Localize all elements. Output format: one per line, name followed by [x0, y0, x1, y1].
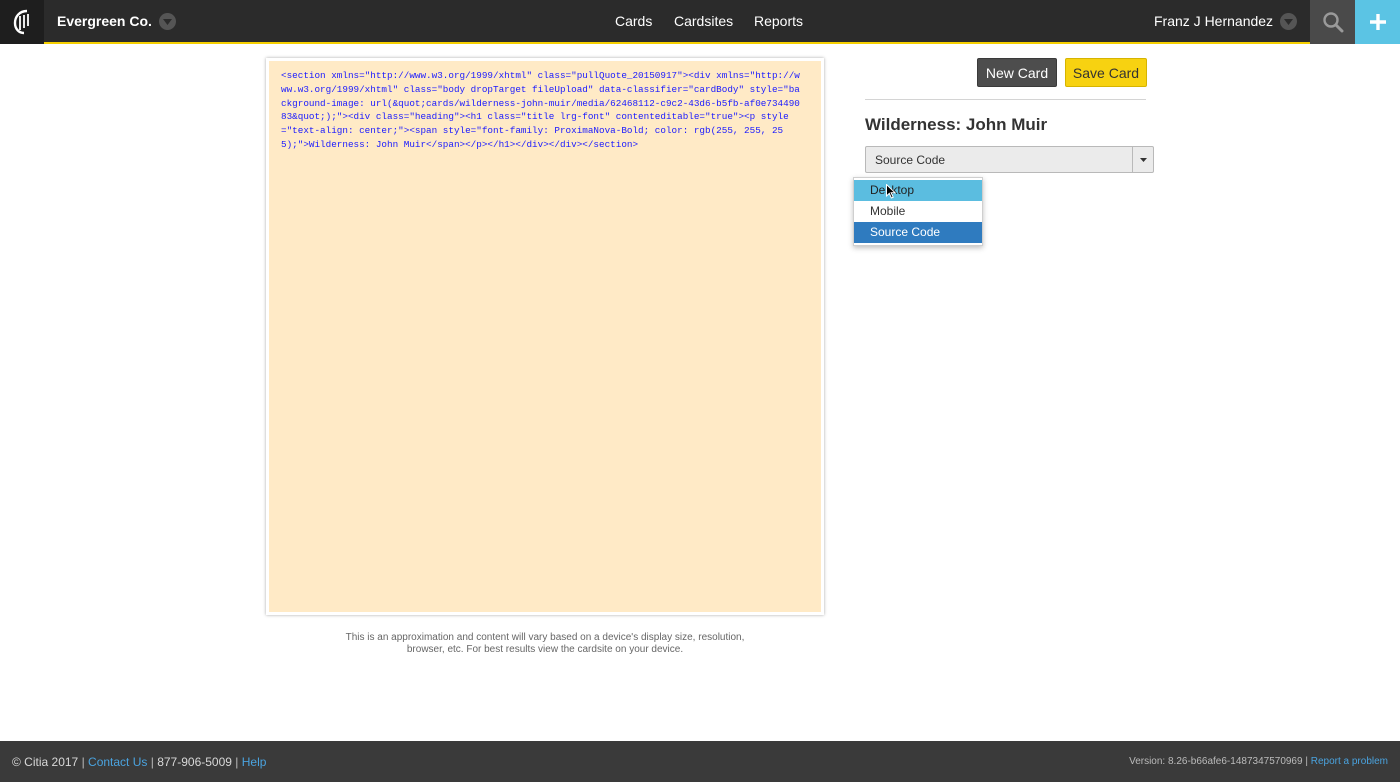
nav-cards[interactable]: Cards [615, 13, 652, 29]
disclaimer-line-2: browser, etc. For best results view the … [406, 644, 684, 655]
nav-cardsites[interactable]: Cardsites [674, 13, 733, 29]
source-code-text[interactable]: <section xmlns="http://www.w3.org/1999/x… [281, 69, 801, 152]
save-card-button[interactable]: Save Card [1065, 58, 1147, 87]
divider [865, 99, 1146, 100]
view-mode-select[interactable]: Source Code [865, 146, 1154, 173]
search-button[interactable] [1310, 0, 1355, 44]
separator: | [235, 755, 239, 769]
version-text: Version: 8.26-b66afe6-1487347570969 [1129, 756, 1303, 767]
citia-logo-icon[interactable] [0, 0, 44, 44]
add-button[interactable] [1355, 0, 1400, 44]
user-name[interactable]: Franz J Hernandez [1154, 13, 1273, 29]
disclaimer-line-1: This is an approximation and content wil… [345, 632, 745, 643]
card-title: Wilderness: John Muir [865, 115, 1048, 134]
top-nav-bar: Evergreen Co. Cards Cardsites Reports Fr… [0, 0, 1400, 44]
contact-us-link[interactable]: Contact Us [88, 755, 147, 769]
separator: | [150, 755, 154, 769]
option-source-code[interactable]: Source Code [854, 222, 982, 243]
org-name[interactable]: Evergreen Co. [57, 13, 152, 29]
view-mode-dropdown: Desktop Mobile Source Code [853, 177, 983, 246]
card-preview-editor[interactable]: <section xmlns="http://www.w3.org/1999/x… [266, 58, 824, 615]
separator: | [81, 755, 85, 769]
option-mobile[interactable]: Mobile [854, 201, 982, 222]
chevron-down-icon[interactable] [1280, 13, 1297, 30]
nav-reports[interactable]: Reports [754, 13, 803, 29]
footer-left: © Citia 2017 | Contact Us | 877-906-5009… [12, 755, 266, 769]
footer-right: Version: 8.26-b66afe6-1487347570969 | Re… [1129, 756, 1388, 767]
report-problem-link[interactable]: Report a problem [1311, 756, 1388, 767]
chevron-down-icon[interactable] [159, 13, 176, 30]
phone-number: 877-906-5009 [157, 755, 232, 769]
search-icon [1322, 12, 1343, 33]
footer: © Citia 2017 | Contact Us | 877-906-5009… [0, 741, 1400, 782]
preview-disclaimer: This is an approximation and content wil… [330, 632, 760, 656]
help-link[interactable]: Help [242, 755, 267, 769]
plus-icon [1369, 14, 1386, 30]
separator: | [1305, 756, 1308, 767]
mouse-pointer-icon [886, 184, 896, 199]
new-card-button[interactable]: New Card [977, 58, 1057, 87]
select-value: Source Code [875, 153, 946, 167]
copyright: © Citia 2017 [12, 755, 79, 769]
caret-down-icon[interactable] [1132, 147, 1153, 172]
option-desktop[interactable]: Desktop [854, 180, 982, 201]
